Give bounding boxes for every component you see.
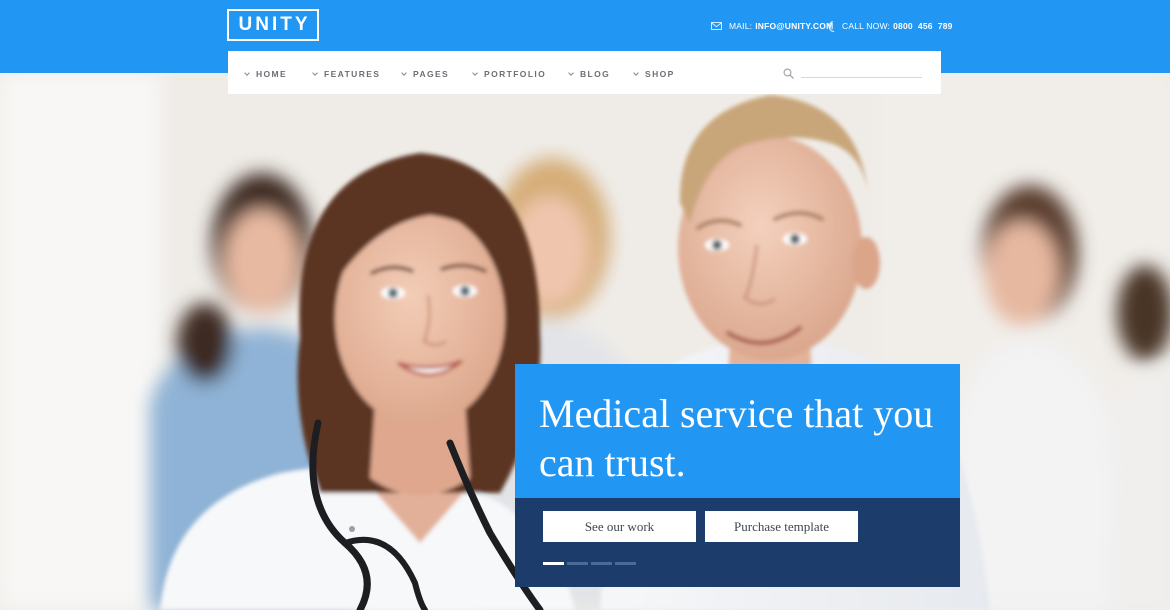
- nav-item-portfolio[interactable]: PORTFOLIO: [472, 69, 546, 79]
- nav-item-label: FEATURES: [324, 69, 381, 79]
- slider-pagination: [543, 562, 636, 565]
- nav-item-label: PAGES: [413, 69, 450, 79]
- see-our-work-button[interactable]: See our work: [543, 511, 696, 542]
- search-icon[interactable]: [783, 68, 794, 79]
- hero-headline: Medical service that you can trust.: [539, 391, 934, 485]
- contact-mail[interactable]: MAIL: INFO@UNITY.COM: [711, 19, 833, 33]
- slider-dot[interactable]: [591, 562, 612, 565]
- main-navigation: HOME FEATURES PAGES PORTFOLIO BLOG SHOP: [228, 51, 941, 94]
- chevron-down-icon: [472, 72, 478, 76]
- nav-item-shop[interactable]: SHOP: [633, 69, 675, 79]
- chevron-down-icon: [633, 72, 639, 76]
- slider-dot[interactable]: [567, 562, 588, 565]
- nav-item-label: SHOP: [645, 69, 675, 79]
- mail-icon: [711, 22, 722, 30]
- hero-caption: Medical service that you can trust.: [515, 364, 960, 498]
- nav-item-features[interactable]: FEATURES: [312, 69, 380, 79]
- nav-item-blog[interactable]: BLOG: [568, 69, 610, 79]
- nav-item-label: PORTFOLIO: [484, 69, 547, 79]
- phone-icon: [828, 20, 835, 32]
- mail-label: MAIL:: [729, 21, 753, 31]
- purchase-template-button[interactable]: Purchase template: [705, 511, 858, 542]
- slider-dot[interactable]: [615, 562, 636, 565]
- contact-phone[interactable]: CALL NOW: 0800 456 789: [828, 19, 953, 33]
- slider-dot[interactable]: [543, 562, 564, 565]
- phone-label: CALL NOW:: [842, 21, 891, 31]
- chevron-down-icon: [244, 72, 250, 76]
- nav-item-label: HOME: [256, 69, 288, 79]
- nav-item-label: BLOG: [580, 69, 611, 79]
- search-input[interactable]: [801, 65, 922, 78]
- nav-item-home[interactable]: HOME: [244, 69, 287, 79]
- hero-actions: See our work Purchase template: [515, 498, 960, 587]
- mail-value[interactable]: INFO@UNITY.COM: [755, 21, 833, 31]
- chevron-down-icon: [312, 72, 318, 76]
- brand-logo[interactable]: UNITY: [227, 9, 319, 41]
- phone-value[interactable]: 0800 456 789: [893, 21, 953, 31]
- chevron-down-icon: [568, 72, 574, 76]
- chevron-down-icon: [401, 72, 407, 76]
- nav-item-pages[interactable]: PAGES: [401, 69, 449, 79]
